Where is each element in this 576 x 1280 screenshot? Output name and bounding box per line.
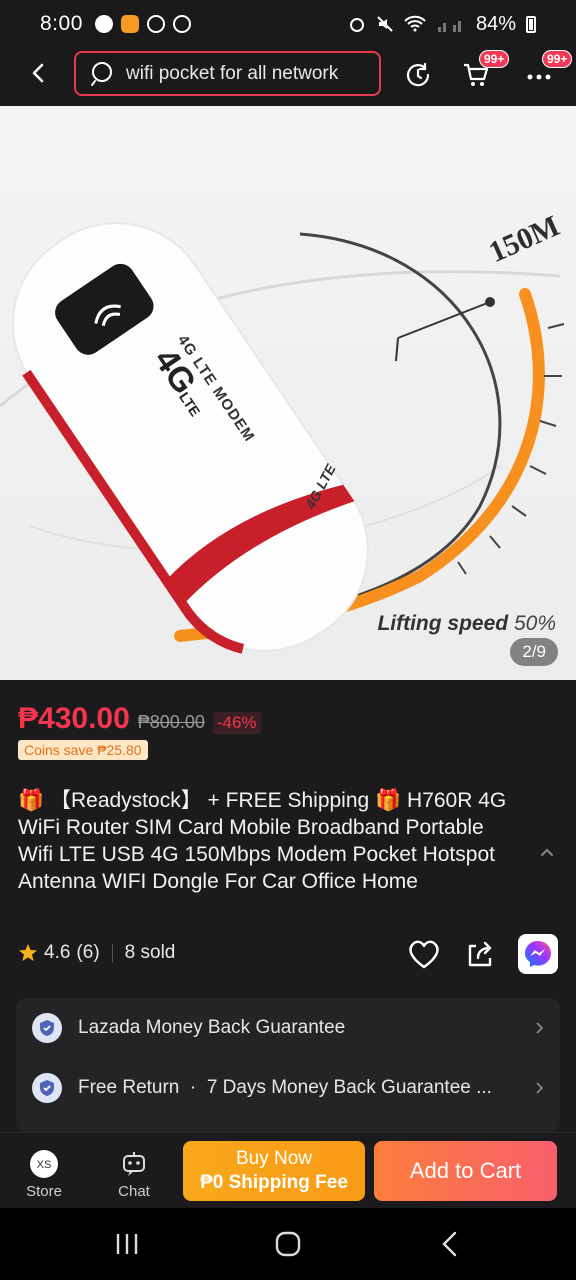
- system-icons: 84%: [348, 13, 536, 36]
- messenger-button[interactable]: [518, 934, 558, 974]
- battery-icon: [526, 15, 536, 33]
- history-button[interactable]: [401, 58, 435, 92]
- alarm-icon: [349, 18, 364, 32]
- more-button[interactable]: 99+: [522, 50, 573, 92]
- guarantee-label: Free Return · 7 Days Money Back Guarante…: [78, 1077, 492, 1098]
- divider: [111, 944, 113, 962]
- status-time: 8:00: [40, 12, 83, 35]
- recent-apps-button[interactable]: [107, 1228, 147, 1260]
- product-image-gallery[interactable]: 4GLTE 4G LTE MODEM 4G LTE 150M Lifting s…: [0, 106, 576, 680]
- buy-now-label: Buy Now: [235, 1148, 313, 1169]
- chevron-up-icon[interactable]: [538, 843, 556, 861]
- share-icon[interactable]: [462, 936, 498, 972]
- back-button[interactable]: [22, 56, 56, 90]
- shopee-icon: [172, 15, 191, 33]
- star-icon: [19, 944, 37, 961]
- shield-check-icon: [32, 1073, 62, 1103]
- chevron-right-icon: [536, 1022, 544, 1034]
- system-nav-bar: [0, 1208, 576, 1280]
- search-bar[interactable]: [74, 51, 381, 96]
- guarantee-row-money-back[interactable]: Lazada Money Back Guarantee: [32, 1008, 546, 1048]
- clock-refresh-icon: [406, 62, 430, 87]
- coins-save-badge: Coins save ₱25.80: [18, 740, 148, 760]
- rating-row[interactable]: 4.6 (6) 8 sold: [18, 942, 175, 964]
- home-icon: [275, 1231, 301, 1257]
- svg-text:XS: XS: [37, 1159, 52, 1171]
- chevron-left-icon: [32, 63, 44, 83]
- shield-icon: [32, 1013, 62, 1043]
- store-icon: XS: [29, 1149, 59, 1179]
- current-price: ₱430.00: [18, 702, 130, 735]
- search-input[interactable]: [126, 62, 366, 85]
- store-button[interactable]: XS Store: [14, 1149, 74, 1200]
- buy-now-button[interactable]: Buy Now ₱0 Shipping Fee: [183, 1141, 365, 1201]
- search-icon: [91, 61, 112, 86]
- product-details: ₱430.00 ₱800.00 -46% Coins save ₱25.80 🎁…: [0, 680, 576, 1132]
- signal-icon: [437, 21, 461, 32]
- cart-button[interactable]: 99+: [459, 50, 510, 92]
- heart-icon[interactable]: [406, 936, 442, 972]
- no-signal-icon: [146, 15, 165, 33]
- bottom-action-bar: XS Store Chat Buy Now ₱0 Shipping Fee Ad…: [0, 1132, 576, 1208]
- notification-icons: [94, 15, 191, 33]
- chevron-right-icon: [536, 1082, 544, 1094]
- guarantee-card: Lazada Money Back Guarantee Free Return …: [16, 998, 560, 1132]
- price-row: ₱430.00 ₱800.00 -46%: [18, 702, 261, 736]
- product-image: [0, 222, 565, 654]
- messenger-icon: [525, 941, 551, 967]
- add-to-cart-button[interactable]: Add to Cart: [374, 1141, 557, 1201]
- back-arrow-icon: [442, 1231, 457, 1257]
- product-actions: [406, 934, 558, 974]
- more-badge: 99+: [542, 50, 573, 68]
- wifi-icon: [404, 15, 426, 32]
- mute-icon: [377, 16, 393, 32]
- buy-now-subtitle: ₱0 Shipping Fee: [200, 1172, 348, 1193]
- product-title[interactable]: 🎁 【Readystock】 + FREE Shipping 🎁 H760R 4…: [18, 787, 518, 895]
- chat-bot-icon: [119, 1149, 149, 1179]
- speed-caption: Lifting speed 50%: [377, 612, 556, 635]
- recents-icon: [116, 1234, 138, 1254]
- chat-button[interactable]: Chat: [104, 1149, 164, 1200]
- guarantee-row-free-return[interactable]: Free Return · 7 Days Money Back Guarante…: [32, 1068, 546, 1108]
- guarantee-label: Lazada Money Back Guarantee: [78, 1017, 346, 1038]
- back-nav-button[interactable]: [430, 1228, 470, 1260]
- status-bar: 8:00 84%: [0, 0, 576, 48]
- battery-percent: 84%: [475, 12, 516, 35]
- image-counter: 2/9: [510, 638, 558, 666]
- rating-value: 4.6: [44, 942, 71, 963]
- top-app-bar: 99+ 99+: [0, 48, 576, 106]
- chat-label: Chat: [118, 1183, 150, 1200]
- discount-badge: -46%: [212, 712, 261, 734]
- review-count: (6): [76, 942, 100, 963]
- sold-count: 8 sold: [124, 942, 176, 963]
- store-label: Store: [26, 1183, 62, 1200]
- home-button[interactable]: [268, 1228, 308, 1260]
- original-price: ₱800.00: [137, 712, 205, 732]
- app-notification-icon: [120, 15, 139, 33]
- dnd-icon: [94, 15, 113, 33]
- cart-badge: 99+: [479, 50, 510, 68]
